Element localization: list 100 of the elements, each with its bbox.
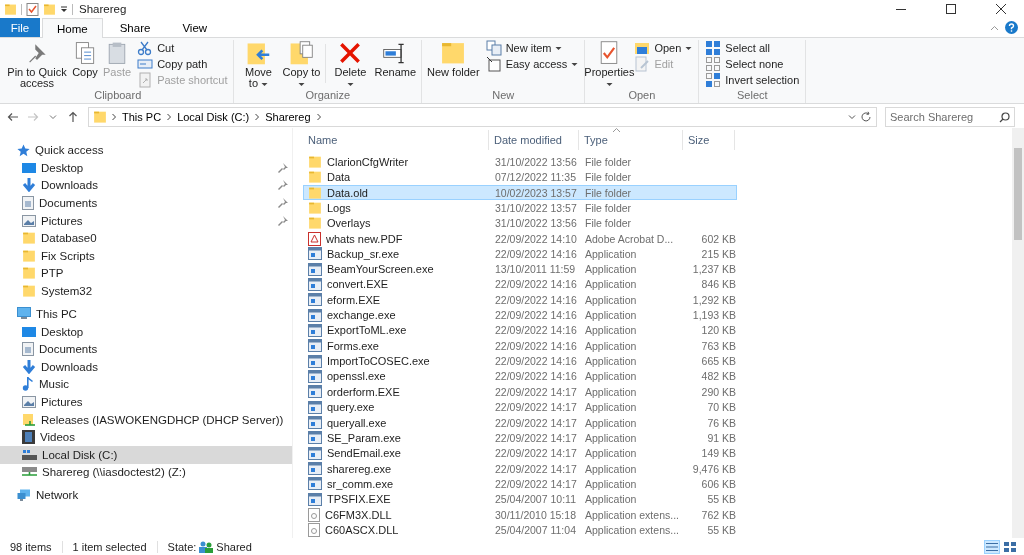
ribbon-tab[interactable]: Home [42, 18, 103, 38]
nav-section[interactable]: Quick access [0, 141, 292, 159]
nav-item[interactable]: Downloads [0, 176, 292, 195]
scrollbar[interactable] [1012, 128, 1024, 538]
ribbon-button[interactable]: New folder [425, 40, 482, 78]
file-name: ImportToCOSEC.exe [327, 355, 430, 368]
nav-item[interactable]: Local Disk (C:) [0, 445, 292, 464]
file-row[interactable]: queryall.exe 22/09/2022 14:17 Application 76 KB [303, 414, 737, 431]
ribbon-tab[interactable]: View [167, 18, 223, 37]
file-row[interactable]: SE_Param.exe 22/09/2022 14:17 Application 91 KB [303, 430, 737, 446]
size-cell-text: 120 KB [700, 324, 736, 337]
ribbon-button[interactable]: Copy to [280, 40, 323, 88]
ribbon-button[interactable]: Move to [237, 40, 280, 88]
nav-item[interactable]: Documents [0, 194, 292, 212]
address-field[interactable]: This PC Local Disk (C:) Sharereg [88, 107, 877, 127]
maximize-icon [946, 4, 956, 14]
nav-item[interactable]: Releases (IASWOKENGDHCP (DHCP Server)) [0, 410, 292, 429]
ribbon-button[interactable]: Open [631, 40, 696, 56]
ribbon-button[interactable]: Delete [329, 40, 372, 88]
breadcrumb[interactable]: Sharereg [264, 111, 312, 123]
nav-item[interactable]: Fix Scripts [0, 246, 292, 265]
file-row[interactable]: Data.old 10/02/2023 13:57 File folder [303, 184, 737, 201]
nav-item[interactable]: Desktop [0, 322, 292, 341]
file-row[interactable]: eform.EXE 22/09/2022 14:16 Application 1,292 KB [303, 292, 737, 308]
breadcrumb[interactable]: This PC [121, 111, 163, 123]
nav-section[interactable]: Network [0, 486, 292, 505]
breadcrumb[interactable]: Local Disk (C:) [176, 111, 251, 123]
file-row[interactable]: Overlays 31/10/2022 13:56 File folder [303, 215, 737, 231]
file-row[interactable]: ClarionCfgWriter 31/10/2022 13:56 File folder [303, 154, 737, 170]
date-cell-text: 13/10/2011 11:59 [494, 263, 577, 276]
date-cell-text: 07/12/2022 11:35 [494, 171, 577, 184]
file-row[interactable]: Logs 31/10/2022 13:57 File folder [303, 200, 737, 216]
folder-icon [308, 185, 322, 200]
file-row[interactable]: exchange.exe 22/09/2022 14:16 Application 1,193 KB [303, 307, 737, 323]
size-cell-text: 91 KB [706, 431, 736, 444]
file-row[interactable]: ExportToML.exe 22/09/2022 14:16 Application 120 KB [303, 322, 737, 339]
column-header[interactable]: Name [303, 130, 489, 150]
ribbon-button[interactable]: Easy access [482, 56, 582, 72]
ribbon-button[interactable]: Pin to Quick access [5, 40, 69, 88]
view-button[interactable] [1002, 539, 1018, 554]
file-row[interactable]: Data 07/12/2022 11:35 File folder [303, 169, 737, 185]
nav-item[interactable]: Database0 [0, 229, 292, 247]
view-button[interactable] [984, 539, 1000, 554]
file-row[interactable]: Backup_sr.exe 22/09/2022 14:16 Application 215 KB [303, 246, 737, 262]
application-icon [308, 323, 322, 337]
size-cell-text: 55 KB [706, 493, 736, 506]
nav-item[interactable]: Music [0, 375, 292, 394]
search-field[interactable]: Search Sharereg [885, 107, 1015, 127]
file-row[interactable]: openssl.exe 22/09/2022 14:16 Application 482 KB [303, 368, 737, 385]
date-cell-text: 22/09/2022 14:17 [494, 401, 578, 414]
file-row[interactable]: query.exe 22/09/2022 14:17 Application 70 KB [303, 399, 737, 415]
file-row[interactable]: sr_comm.exe 22/09/2022 14:17 Application 606 KB [303, 476, 737, 492]
size-cell-text: 1,237 KB [691, 263, 736, 276]
file-name: eform.EXE [327, 293, 381, 306]
file-row[interactable]: Forms.exe 22/09/2022 14:16 Application 763 KB [303, 338, 737, 354]
ribbon-button[interactable]: Rename [372, 40, 419, 78]
state-label: State: [167, 540, 197, 553]
column-header[interactable]: Date modified [489, 130, 579, 150]
file-row[interactable]: C6FM3X.DLL 30/11/2010 15:18 Application extens... 762 KB [303, 506, 737, 523]
file-row[interactable]: BeamYourScreen.exe 13/10/2011 11:59 Application 1,237 KB [303, 261, 737, 277]
nav-item[interactable]: Sharereg (\\iasdoctest2) (Z:) [0, 463, 292, 482]
file-row[interactable]: SendEmail.exe 22/09/2022 14:17 Application 149 KB [303, 445, 737, 461]
size-cell-text: 762 KB [700, 508, 736, 521]
folder-icon [4, 2, 17, 16]
date-cell-text: 22/09/2022 14:16 [494, 278, 578, 291]
ribbon-button[interactable]: Select all [702, 40, 803, 56]
file-row[interactable]: whats new.PDF 22/09/2022 14:10 Adobe Acrobat D... 602 KB [303, 230, 737, 247]
chevron-down-icon [848, 114, 856, 120]
nav-item[interactable]: Downloads [0, 357, 292, 376]
file-name: openssl.exe [327, 370, 386, 383]
easy-access-icon [485, 56, 502, 72]
nav-item[interactable]: Documents [0, 340, 292, 358]
ribbon-button[interactable]: Select none [702, 56, 803, 72]
nav-item[interactable]: PTP [0, 264, 292, 283]
ribbon-button[interactable]: Cut [134, 40, 231, 56]
ribbon-button[interactable]: Copy path [134, 56, 231, 72]
nav-item[interactable]: Desktop [0, 159, 292, 177]
nav-section[interactable]: This PC [0, 304, 292, 323]
collapse-ribbon-icon [990, 24, 999, 31]
file-name: Data.old [327, 186, 368, 199]
nav-item[interactable]: Videos [0, 428, 292, 446]
nav-item[interactable]: Pictures [0, 393, 292, 411]
ribbon-button[interactable]: Invert selection [702, 72, 803, 88]
nav-item[interactable]: System32 [0, 282, 292, 300]
file-row[interactable]: C60ASCX.DLL 25/04/2007 11:04 Application extens... 55 KB [303, 522, 737, 538]
file-tab[interactable]: File [0, 18, 40, 37]
file-row[interactable]: TPSFIX.EXE 25/04/2007 10:11 Application 55 KB [303, 491, 737, 507]
column-header[interactable]: Size [683, 130, 735, 150]
ribbon-button[interactable]: Copy [70, 40, 100, 78]
column-header[interactable]: Type [579, 130, 683, 150]
ribbon-button[interactable]: New item [482, 40, 582, 56]
file-row[interactable]: convert.EXE 22/09/2022 14:16 Application 846 KB [303, 276, 737, 293]
file-row[interactable]: sharereg.exe 22/09/2022 14:17 Application 9,476 KB [303, 460, 737, 477]
folder-icon [308, 216, 322, 231]
type-cell-text: Application [584, 324, 638, 337]
ribbon-tab[interactable]: Share [104, 18, 166, 37]
nav-item[interactable]: Pictures [0, 211, 292, 230]
file-row[interactable]: orderform.EXE 22/09/2022 14:17 Application 290 KB [303, 384, 737, 400]
file-row[interactable]: ImportToCOSEC.exe 22/09/2022 14:16 Application 665 KB [303, 353, 737, 369]
dll-file-icon [308, 523, 320, 538]
